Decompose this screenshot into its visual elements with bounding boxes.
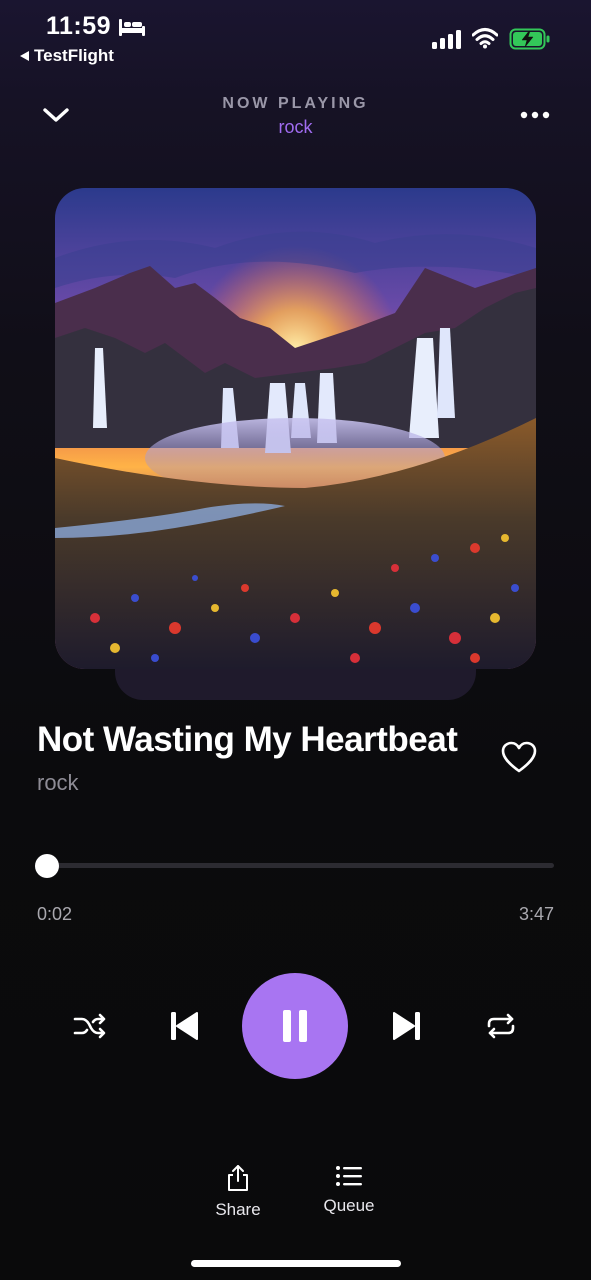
play-pause-button[interactable] bbox=[242, 973, 348, 1079]
repeat-button[interactable] bbox=[481, 1006, 521, 1046]
heart-icon bbox=[501, 741, 537, 773]
progress-thumb[interactable] bbox=[35, 854, 59, 878]
next-track-button[interactable] bbox=[385, 1004, 429, 1048]
queue-label: Queue bbox=[323, 1196, 375, 1215]
share-button[interactable]: Share bbox=[193, 1164, 283, 1220]
shuffle-button[interactable] bbox=[70, 1006, 110, 1046]
back-arrow-icon bbox=[20, 51, 29, 61]
home-indicator[interactable] bbox=[191, 1260, 401, 1267]
skip-next-icon bbox=[393, 1012, 420, 1040]
album-artwork bbox=[55, 188, 536, 669]
bed-icon bbox=[119, 19, 145, 36]
more-options-button[interactable] bbox=[515, 100, 555, 130]
song-artist[interactable]: rock bbox=[37, 770, 79, 796]
shuffle-icon bbox=[73, 1013, 106, 1039]
pause-icon bbox=[283, 1010, 307, 1042]
elapsed-time: 0:02 bbox=[37, 904, 73, 924]
now-playing-label: NOW PLAYING bbox=[222, 95, 369, 112]
share-label: Share bbox=[215, 1200, 261, 1219]
total-duration: 3:47 bbox=[518, 904, 554, 924]
back-app-label: TestFlight bbox=[34, 46, 114, 65]
artwork-image bbox=[55, 188, 536, 669]
cellular-signal-icon bbox=[432, 30, 461, 49]
status-time: 11:59 bbox=[46, 12, 112, 40]
previous-track-button[interactable] bbox=[162, 1004, 206, 1048]
queue-list-icon bbox=[336, 1166, 362, 1186]
wifi-icon bbox=[472, 28, 498, 49]
skip-previous-icon bbox=[171, 1012, 198, 1040]
back-to-app-link[interactable]: TestFlight bbox=[20, 46, 114, 66]
progress-track[interactable] bbox=[42, 863, 554, 868]
battery-charging-icon bbox=[509, 28, 550, 50]
favorite-button[interactable] bbox=[500, 740, 538, 776]
queue-button[interactable]: Queue bbox=[304, 1164, 394, 1216]
song-title: Not Wasting My Heartbeat bbox=[37, 720, 458, 759]
playlist-name[interactable]: rock bbox=[0, 117, 591, 138]
share-icon bbox=[228, 1165, 248, 1191]
more-icon bbox=[520, 111, 550, 119]
repeat-icon bbox=[487, 1013, 515, 1039]
